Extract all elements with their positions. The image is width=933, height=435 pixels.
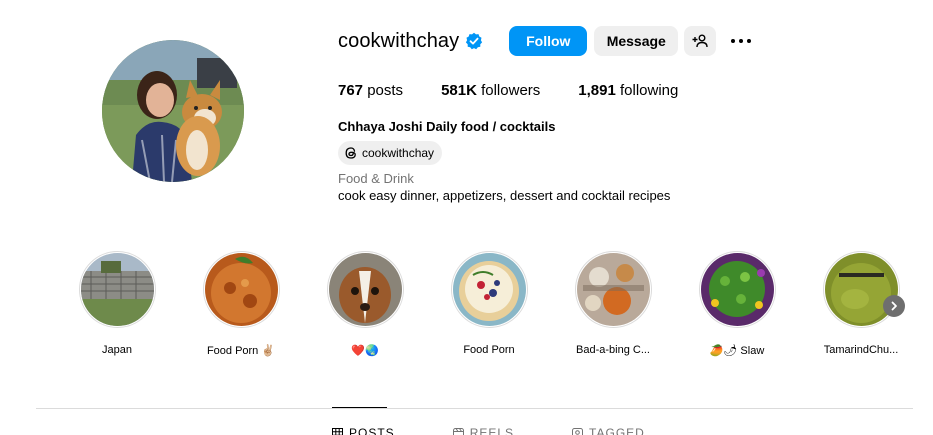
message-button[interactable]: Message <box>594 26 679 56</box>
highlight-item[interactable]: ❤️🌏 <box>315 251 415 357</box>
tagged-icon <box>572 427 584 435</box>
username: cookwithchay <box>338 29 460 52</box>
full-name: Chhaya Joshi Daily food / cocktails <box>338 119 556 134</box>
highlight-label: 🥭🌶 Slaw <box>709 345 765 357</box>
verified-badge-icon <box>465 32 483 50</box>
add-user-icon <box>692 34 708 48</box>
profile-avatar[interactable] <box>102 40 244 182</box>
profile-tabs: POSTS REELS TAGGED <box>332 426 703 435</box>
posts-count: 767 <box>338 82 364 99</box>
following-stat[interactable]: 1,891 following <box>578 82 678 99</box>
tab-posts[interactable]: POSTS <box>332 426 395 435</box>
slaw-photo <box>700 253 774 326</box>
profile-stats: 767 posts 581K followers 1,891 following <box>338 82 716 99</box>
tab-reels[interactable]: REELS <box>452 426 515 435</box>
reels-icon <box>452 427 464 435</box>
followers-count: 581K <box>441 82 477 99</box>
stone-wall-photo <box>80 253 154 326</box>
highlight-item[interactable]: Bad-a-bing C... <box>563 251 663 356</box>
posts-stat: 767 posts <box>338 82 403 99</box>
highlight-item[interactable]: Japan <box>67 251 167 356</box>
following-count: 1,891 <box>578 82 616 99</box>
profile-header: cookwithchay Follow Message <box>338 26 754 56</box>
story-highlights: Japan Food Porn ✌🏼 ❤️🌏 Food Porn Bad-a-b… <box>78 251 908 361</box>
more-icon <box>731 39 752 43</box>
suggested-accounts-button[interactable] <box>684 26 717 56</box>
curry-photo <box>204 253 278 326</box>
threads-icon <box>345 147 356 159</box>
threads-handle: cookwithchay <box>362 146 435 160</box>
highlight-label: ❤️🌏 <box>351 345 379 357</box>
highlight-label: Food Porn ✌🏼 <box>206 345 276 357</box>
highlight-label: TamarindChu... <box>823 344 899 356</box>
chevron-right-icon <box>891 301 897 311</box>
tabs-divider <box>36 408 913 409</box>
follow-button[interactable]: Follow <box>509 26 588 56</box>
chutney-photo <box>824 253 898 326</box>
highlight-item[interactable]: Food Porn ✌🏼 <box>191 251 291 357</box>
tab-tagged[interactable]: TAGGED <box>572 426 645 435</box>
threads-link[interactable]: cookwithchay <box>338 141 443 165</box>
tab-label: POSTS <box>349 426 395 435</box>
highlight-item[interactable]: 🥭🌶 Slaw <box>687 251 787 357</box>
highlight-label: Food Porn <box>463 344 515 356</box>
more-options-button[interactable] <box>728 26 754 56</box>
grid-icon <box>332 427 343 435</box>
bio-text: cook easy dinner, appetizers, dessert an… <box>338 188 671 203</box>
highlight-label: Bad-a-bing C... <box>576 344 650 356</box>
highlight-item[interactable]: Food Porn <box>439 251 539 356</box>
tab-label: REELS <box>469 426 515 435</box>
berry-tart-photo <box>452 253 526 326</box>
dog-photo <box>328 253 402 326</box>
following-label: following <box>620 82 679 99</box>
highlights-next-button[interactable] <box>883 295 905 317</box>
tab-label: TAGGED <box>589 426 645 435</box>
category-label: Food & Drink <box>338 171 414 186</box>
followers-label: followers <box>481 82 541 99</box>
highlight-label: Japan <box>102 344 132 356</box>
followers-stat[interactable]: 581K followers <box>441 82 540 99</box>
active-tab-indicator <box>332 407 387 408</box>
posts-label: posts <box>367 82 404 99</box>
food-photo <box>576 253 650 326</box>
